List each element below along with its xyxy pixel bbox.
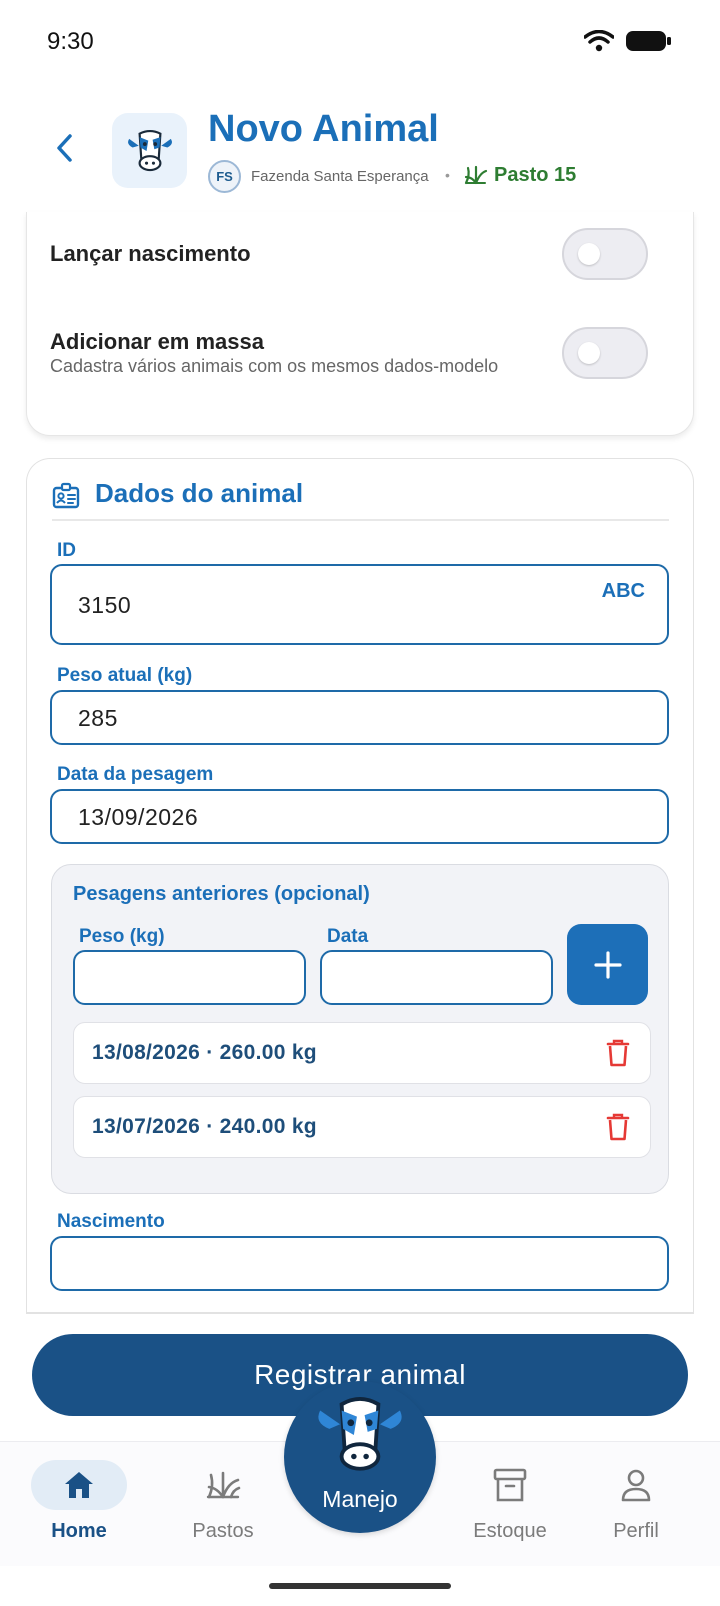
- prev-date-input[interactable]: [320, 950, 553, 1005]
- separator-dot: •: [445, 167, 450, 183]
- trash-icon[interactable]: [606, 1038, 630, 1073]
- weigh-date-value: 13/09/2026: [78, 804, 199, 830]
- bulk-toggle-label: Adicionar em massa: [50, 329, 264, 354]
- prev-weight-input[interactable]: [73, 950, 306, 1005]
- app-logo: [112, 113, 187, 188]
- wifi-icon: [583, 29, 615, 57]
- prev-weight-label: Peso (kg): [79, 926, 165, 947]
- nav-stock-label: Estoque: [473, 1520, 547, 1542]
- nav-home[interactable]: Home: [31, 1460, 127, 1543]
- status-icons: [583, 29, 672, 57]
- previous-weighings-title: Pesagens anteriores (opcional): [73, 883, 370, 905]
- nav-stock[interactable]: Estoque: [462, 1460, 558, 1543]
- page-title: Novo Animal: [208, 108, 439, 150]
- bulk-toggle-subtitle: Cadastra vários animais com os mesmos da…: [50, 356, 499, 376]
- grass-icon: [464, 165, 488, 190]
- toggle-knob: [578, 243, 600, 265]
- weighing-entry: 13/07/2026 · 240.00 kg: [73, 1096, 651, 1158]
- section-title: Dados do animal: [95, 478, 304, 508]
- birth-toggle[interactable]: [562, 228, 648, 280]
- farm-name: Fazenda Santa Esperança: [251, 168, 429, 185]
- id-card-icon: [52, 482, 80, 515]
- keyboard-mode-button[interactable]: ABC: [602, 580, 645, 603]
- birth-input[interactable]: [50, 1236, 669, 1291]
- add-weighing-button[interactable]: [567, 924, 648, 1005]
- plus-icon: [593, 950, 622, 979]
- id-value: 3150: [78, 592, 132, 618]
- nav-home-pill: [31, 1460, 127, 1510]
- id-label: ID: [57, 540, 76, 561]
- cow-icon: [318, 1397, 402, 1471]
- nav-manejo-label: Manejo: [322, 1486, 398, 1512]
- home-icon: [65, 1472, 93, 1498]
- prev-date-label: Data: [327, 926, 369, 947]
- nav-pastures[interactable]: Pastos: [175, 1460, 271, 1543]
- nav-pastures-label: Pastos: [192, 1520, 254, 1542]
- weighing-entry-text: 13/07/2026 · 240.00 kg: [92, 1115, 317, 1138]
- id-input[interactable]: 3150 ABC: [50, 564, 669, 645]
- chevron-left-icon: [57, 134, 72, 162]
- toggle-knob: [578, 342, 600, 364]
- birth-label: Nascimento: [57, 1211, 165, 1232]
- nav-home-label: Home: [51, 1520, 107, 1542]
- battery-icon: [626, 30, 672, 57]
- trash-icon[interactable]: [606, 1112, 630, 1147]
- person-icon: [621, 1469, 651, 1502]
- cow-icon: [127, 129, 172, 171]
- weighing-entry-text: 13/08/2026 · 260.00 kg: [92, 1041, 317, 1064]
- weight-label: Peso atual (kg): [57, 665, 193, 686]
- weigh-date-input[interactable]: 13/09/2026: [50, 789, 669, 844]
- birth-toggle-label: Lançar nascimento: [50, 241, 251, 266]
- farm-avatar: FS: [208, 160, 241, 193]
- pasture-name: Pasto 15: [494, 164, 577, 186]
- home-indicator: [269, 1583, 451, 1589]
- nav-profile[interactable]: Perfil: [606, 1460, 666, 1543]
- nav-profile-label: Perfil: [613, 1520, 659, 1542]
- weigh-date-label: Data da pesagem: [57, 764, 214, 785]
- archive-box-icon: [493, 1468, 527, 1502]
- section-divider: [52, 519, 669, 521]
- weight-input[interactable]: 285: [50, 690, 669, 745]
- nav-manejo-button[interactable]: Manejo: [284, 1381, 436, 1533]
- back-button[interactable]: [50, 128, 80, 168]
- grass-icon: [206, 1471, 241, 1499]
- weight-value: 285: [78, 705, 118, 731]
- weighing-entry: 13/08/2026 · 260.00 kg: [73, 1022, 651, 1084]
- status-time: 9:30: [47, 28, 94, 55]
- bulk-toggle[interactable]: [562, 327, 648, 379]
